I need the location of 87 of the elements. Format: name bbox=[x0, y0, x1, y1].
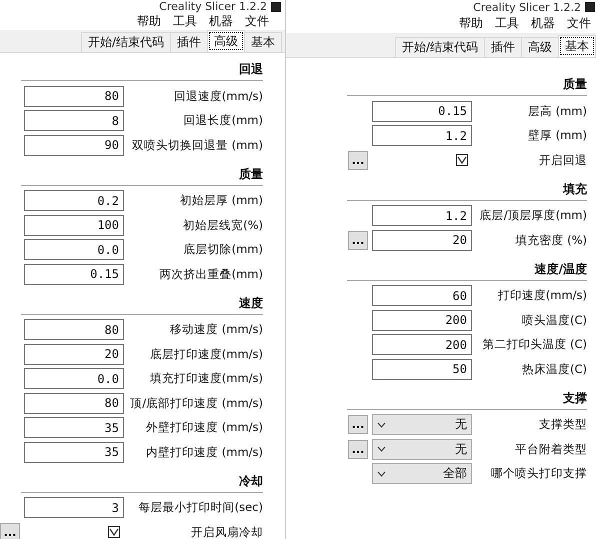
section-heading: 填充 bbox=[347, 180, 587, 200]
text-field[interactable]: 0.0 bbox=[24, 239, 124, 260]
chevron-down-icon bbox=[377, 446, 386, 452]
text-field[interactable]: 80 bbox=[24, 319, 124, 340]
tab[interactable]: 基本 bbox=[558, 35, 596, 57]
text-field[interactable]: 20 bbox=[24, 344, 124, 365]
tab[interactable]: 开始/结束代码 bbox=[394, 37, 485, 57]
window-title: Creality Slicer 1.2.2 bbox=[159, 0, 267, 13]
app-icon bbox=[585, 2, 595, 12]
text-field[interactable]: 200 bbox=[372, 334, 472, 356]
tab[interactable]: 开始/结束代码 bbox=[80, 32, 171, 52]
text-field[interactable]: 100 bbox=[24, 214, 124, 236]
field-label: 外壁打印速度 (mm/s) bbox=[146, 420, 263, 436]
section-heading: 质量 bbox=[21, 166, 263, 186]
text-field[interactable]: 90 bbox=[24, 134, 124, 156]
field-label: 初始层线宽(%) bbox=[183, 218, 263, 233]
menu-item[interactable]: 工具 bbox=[173, 13, 197, 30]
dropdown[interactable]: 无 bbox=[372, 438, 472, 460]
text-field[interactable]: 35 bbox=[24, 442, 124, 463]
text-field[interactable]: 60 bbox=[372, 285, 472, 306]
field-label: 开启风扇冷却 bbox=[191, 524, 263, 539]
more-button[interactable]: ... bbox=[348, 415, 368, 434]
section-heading: 支撑 bbox=[347, 390, 587, 410]
checkbox[interactable] bbox=[456, 154, 468, 166]
section-heading: 冷却 bbox=[21, 472, 263, 492]
field-label: 打印速度(mm/s) bbox=[498, 288, 587, 304]
field-label: 回退速度(mm/s) bbox=[174, 88, 263, 104]
text-field[interactable]: 50 bbox=[372, 358, 472, 380]
section-heading: 回退 bbox=[21, 61, 263, 81]
field-label: 顶/底部打印速度 (mm/s) bbox=[130, 396, 263, 411]
field-label: 内壁打印速度 (mm/s) bbox=[146, 444, 263, 460]
menu-item[interactable]: 帮助 bbox=[137, 13, 161, 30]
field-label: 每层最小打印时间(sec) bbox=[138, 500, 263, 516]
app-icon bbox=[271, 2, 281, 12]
checkbox[interactable] bbox=[108, 526, 120, 538]
field-label: 填充打印速度(mm/s) bbox=[150, 371, 263, 386]
window-title: Creality Slicer 1.2.2 bbox=[473, 0, 581, 14]
section-heading: 质量 bbox=[347, 76, 587, 96]
field-label: 壁厚 (mm) bbox=[528, 128, 587, 144]
text-field[interactable]: 35 bbox=[24, 417, 124, 438]
more-button[interactable]: ... bbox=[348, 150, 368, 170]
field-label: 初始层厚 (mm) bbox=[180, 193, 263, 208]
field-label: 层高 (mm) bbox=[528, 104, 587, 119]
field-label: 热床温度(C) bbox=[522, 362, 587, 377]
menu-item[interactable]: 机器 bbox=[209, 13, 233, 30]
text-field[interactable]: 0.15 bbox=[372, 100, 472, 122]
text-field[interactable]: 80 bbox=[24, 392, 124, 414]
field-label: 底层打印速度(mm/s) bbox=[150, 346, 263, 362]
field-label: 移动速度 (mm/s) bbox=[170, 322, 263, 338]
field-label: 两次挤出重叠(mm) bbox=[160, 266, 263, 282]
field-label: 平台附着类型 bbox=[515, 442, 587, 457]
dropdown[interactable]: 无 bbox=[372, 414, 472, 436]
field-label: 回退长度(mm) bbox=[184, 113, 263, 128]
text-field[interactable]: 1.2 bbox=[372, 125, 472, 146]
more-button[interactable]: ... bbox=[348, 230, 368, 250]
menu-item[interactable]: 工具 bbox=[495, 15, 519, 32]
menu-item[interactable]: 机器 bbox=[531, 15, 555, 32]
field-label: 底层切除(mm) bbox=[184, 242, 263, 258]
field-label: 支撑类型 bbox=[539, 417, 587, 432]
chevron-down-icon bbox=[377, 422, 386, 428]
menu-item[interactable]: 帮助 bbox=[459, 15, 483, 32]
text-field[interactable]: 3 bbox=[24, 497, 124, 518]
field-label: 底层/顶层厚度(mm) bbox=[480, 208, 587, 224]
tab[interactable]: 高级 bbox=[207, 30, 245, 52]
dropdown[interactable]: 全部 bbox=[372, 463, 472, 484]
text-field[interactable]: 0.2 bbox=[24, 190, 124, 212]
field-label: 喷头温度(C) bbox=[522, 312, 587, 328]
text-field[interactable]: 0.15 bbox=[24, 264, 124, 285]
text-field[interactable]: 20 bbox=[372, 230, 472, 251]
more-button[interactable]: ... bbox=[348, 440, 368, 459]
text-field[interactable]: 0.0 bbox=[24, 368, 124, 390]
text-field[interactable]: 80 bbox=[24, 86, 124, 107]
text-field[interactable]: 200 bbox=[372, 310, 472, 331]
tab[interactable]: 基本 bbox=[244, 32, 282, 52]
text-field[interactable]: 8 bbox=[24, 110, 124, 132]
section-heading: 速度 bbox=[21, 294, 263, 314]
menu-item[interactable]: 文件 bbox=[245, 13, 269, 30]
section-heading: 速度/温度 bbox=[347, 260, 587, 280]
field-label: 开启回退 bbox=[539, 152, 587, 168]
field-label: 双喷头切换回退量 (mm) bbox=[132, 138, 263, 153]
more-button[interactable]: ... bbox=[0, 522, 20, 539]
menu-item[interactable]: 文件 bbox=[567, 15, 591, 32]
chevron-down-icon bbox=[377, 470, 386, 477]
field-label: 第二打印头温度 (C) bbox=[482, 337, 587, 352]
text-field[interactable]: 1.2 bbox=[372, 205, 472, 226]
field-label: 填充密度 (%) bbox=[515, 232, 587, 248]
field-label: 哪个喷头打印支撑 bbox=[491, 466, 587, 482]
